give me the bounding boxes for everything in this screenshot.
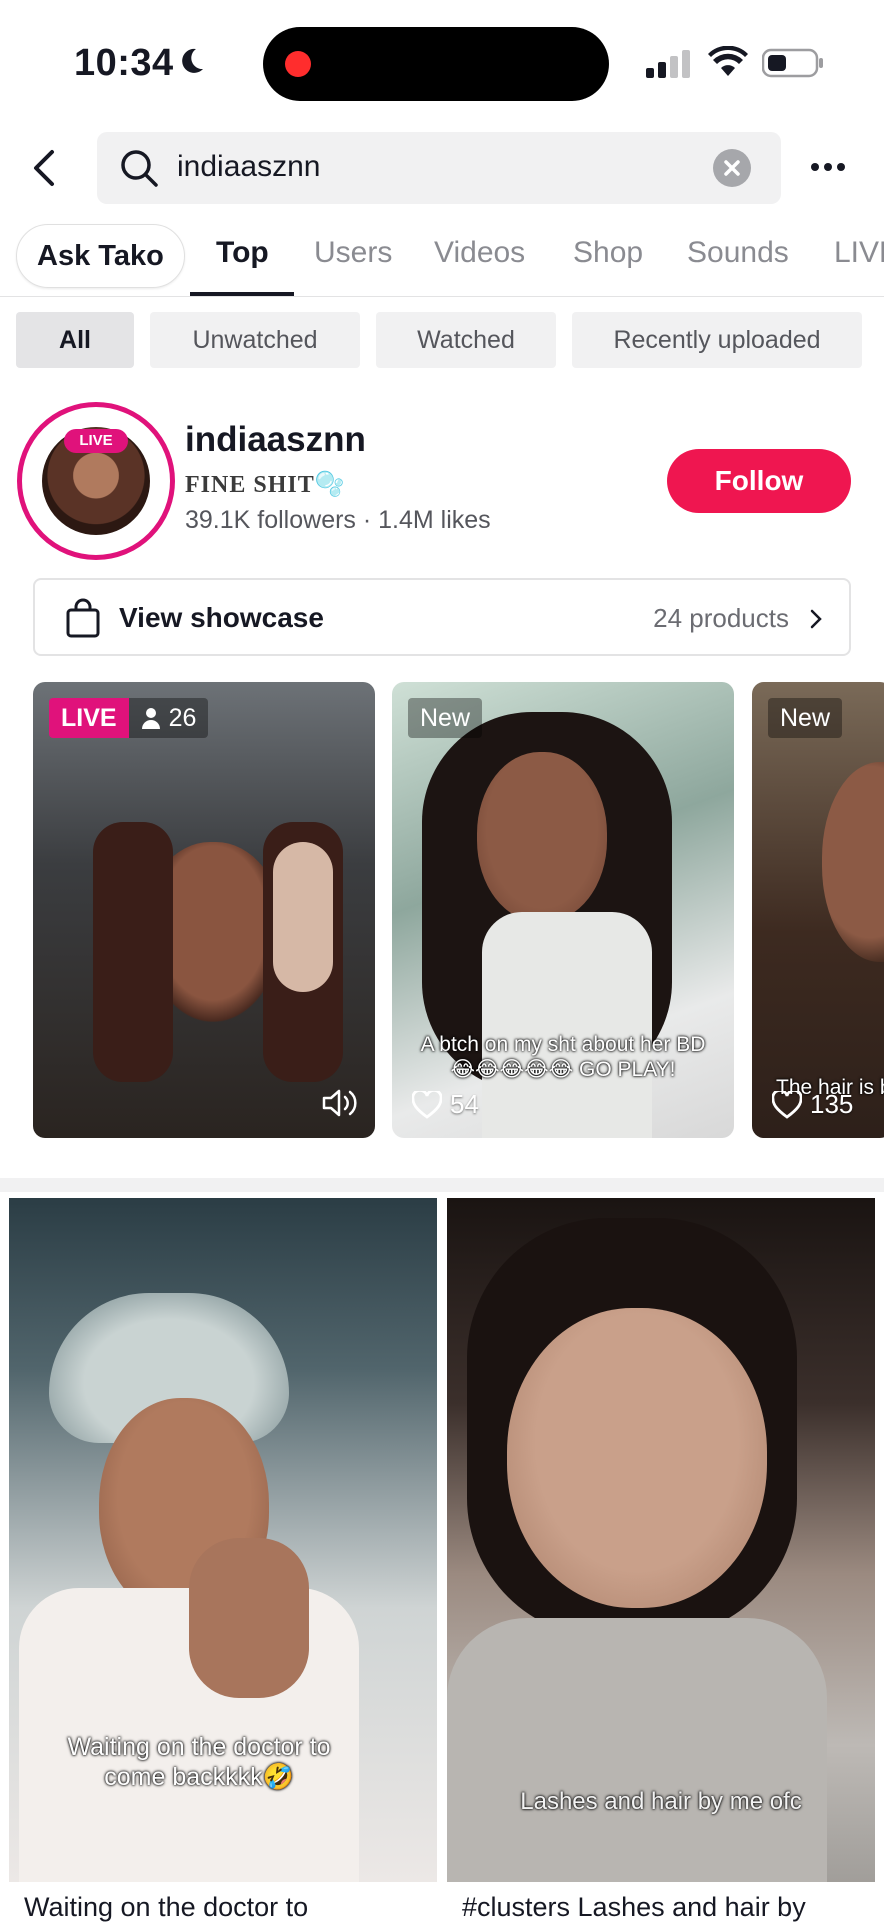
section-divider: [0, 1178, 884, 1192]
heart-icon: [412, 1090, 442, 1119]
battery-icon: [762, 48, 823, 78]
video-overlay-text: Waiting on the doctor to come backkkk🤣: [19, 1732, 379, 1792]
search-query-text: indiaasznn: [177, 150, 321, 183]
live-video-card[interactable]: LIVE 26: [33, 682, 375, 1138]
video-caption-line: A btch on my sht about her BD: [420, 1033, 706, 1056]
back-arrow-icon[interactable]: [26, 146, 62, 190]
live-badge: LIVE 26: [49, 698, 209, 738]
ask-tako-button[interactable]: Ask Tako: [16, 224, 185, 288]
search-icon: [121, 150, 158, 187]
filter-unwatched[interactable]: Unwatched: [150, 312, 360, 368]
like-count: 135: [772, 1089, 853, 1120]
profile-username[interactable]: indiaasznn: [185, 420, 366, 460]
avatar[interactable]: LIVE: [17, 402, 175, 560]
active-tab-indicator: [190, 292, 294, 296]
hand-shape: [273, 842, 333, 992]
status-time: 10:34: [74, 42, 174, 84]
showcase-product-count: 24 products: [653, 603, 789, 633]
like-count-value: 135: [810, 1089, 854, 1119]
hair-shape: [93, 822, 173, 1082]
search-input[interactable]: indiaasznn: [97, 132, 781, 204]
chevron-right-icon: [810, 609, 822, 629]
video-overlay-line: come backkkk🤣: [104, 1763, 294, 1791]
viewer-count-value: 26: [168, 703, 197, 732]
video-overlay-text: Lashes and hair by me ofc: [520, 1788, 802, 1815]
grid-video-title[interactable]: Waiting on the doctor to: [24, 1892, 434, 1923]
moon-icon: [182, 48, 203, 73]
filter-recently-uploaded[interactable]: Recently uploaded: [572, 312, 862, 368]
filter-watched[interactable]: Watched: [376, 312, 556, 368]
wifi-icon: [708, 46, 748, 76]
video-caption-line: 😂😂😂😂😂 GO PLAY!: [450, 1058, 676, 1082]
tab-shop[interactable]: Shop: [573, 236, 643, 270]
tab-sounds[interactable]: Sounds: [687, 236, 789, 270]
hand-shape: [189, 1538, 309, 1698]
tab-users[interactable]: Users: [314, 236, 392, 270]
new-badge: New: [768, 698, 843, 738]
live-badge-label: LIVE: [49, 698, 129, 738]
video-thumbnail: [822, 762, 884, 962]
avatar-live-tag: LIVE: [64, 429, 128, 453]
filter-all[interactable]: All: [16, 312, 134, 368]
tab-videos[interactable]: Videos: [434, 236, 525, 270]
grid-video-card[interactable]: Waiting on the doctor to come backkkk🤣: [9, 1198, 437, 1882]
shirt-shape: [482, 912, 652, 1138]
shirt-shape: [447, 1618, 827, 1882]
video-thumbnail: [477, 752, 607, 922]
tab-live[interactable]: LIVE: [834, 236, 884, 270]
video-thumbnail: [507, 1308, 767, 1608]
new-badge: New: [408, 698, 483, 738]
close-icon: [724, 160, 740, 176]
cellular-signal-icon: [646, 50, 690, 78]
shopping-bag-icon: [66, 598, 100, 638]
more-options-icon[interactable]: [810, 158, 846, 176]
like-count: 54: [412, 1089, 479, 1120]
view-showcase-button[interactable]: View showcase 24 products: [33, 578, 851, 656]
viewer-count: 26: [128, 698, 209, 738]
video-card[interactable]: New The hair is b 135: [752, 682, 884, 1138]
speaker-icon[interactable]: [321, 1086, 359, 1120]
video-card[interactable]: New A btch on my sht about her BD 😂😂😂😂😂 …: [392, 682, 734, 1138]
follow-button[interactable]: Follow: [667, 449, 851, 513]
like-count-value: 54: [450, 1089, 479, 1119]
profile-bio: FINE SHIT🫧: [185, 472, 346, 498]
recording-dot-icon: [285, 51, 311, 77]
status-bar: 10:34: [0, 0, 884, 120]
search-tabs: Ask Tako Top Users Videos Shop Sounds LI…: [0, 222, 884, 297]
person-icon: [141, 708, 160, 729]
showcase-label: View showcase: [119, 602, 324, 633]
tab-top[interactable]: Top: [216, 236, 269, 270]
dynamic-island: [263, 27, 609, 101]
grid-video-card[interactable]: Lashes and hair by me ofc: [447, 1198, 875, 1882]
grid-video-title[interactable]: #clusters Lashes and hair by: [462, 1892, 872, 1923]
heart-icon: [772, 1090, 802, 1119]
video-caption: A btch on my sht about her BD 😂😂😂😂😂 GO P…: [396, 1032, 730, 1082]
profile-stats: 39.1K followers · 1.4M likes: [185, 506, 491, 534]
video-overlay-line: Waiting on the doctor to: [67, 1733, 331, 1761]
clear-search-button[interactable]: [713, 149, 751, 187]
